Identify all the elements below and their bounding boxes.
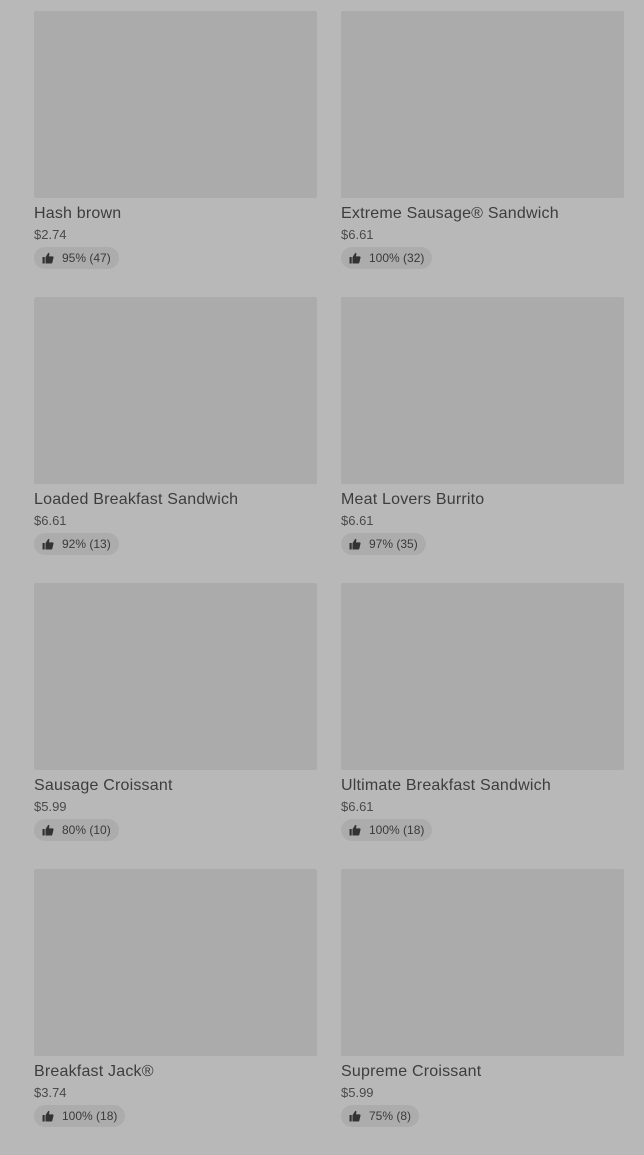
rating-badge: 100% (18) — [341, 819, 433, 841]
menu-item-image[interactable] — [341, 297, 624, 484]
thumbs-up-icon — [349, 252, 361, 264]
rating-text: 100% (32) — [369, 251, 425, 265]
menu-item-price: $6.61 — [341, 513, 374, 528]
rating-text: 75% (8) — [369, 1109, 412, 1123]
menu-item-image[interactable] — [341, 869, 624, 1056]
menu-item-price: $5.99 — [34, 799, 67, 814]
rating-badge: 75% (8) — [341, 1105, 420, 1127]
rating-badge: 97% (35) — [341, 533, 426, 555]
menu-item-image[interactable] — [34, 297, 317, 484]
menu-item-card[interactable]: Supreme Croissant $5.99 75% (8) — [341, 869, 624, 1155]
thumbs-up-icon — [42, 824, 54, 836]
menu-item-price: $6.61 — [341, 227, 374, 242]
menu-item-price: $6.61 — [34, 513, 67, 528]
menu-item-price: $5.99 — [341, 1085, 374, 1100]
menu-item-card[interactable]: Sausage Croissant $5.99 80% (10) — [34, 583, 317, 869]
rating-text: 92% (13) — [62, 537, 111, 551]
menu-item-card[interactable]: Loaded Breakfast Sandwich $6.61 92% (13) — [34, 297, 317, 583]
menu-item-name: Meat Lovers Burrito — [341, 491, 485, 508]
menu-item-image[interactable] — [341, 583, 624, 770]
menu-item-price: $3.74 — [34, 1085, 67, 1100]
menu-item-name: Ultimate Breakfast Sandwich — [341, 777, 551, 794]
menu-item-price: $6.61 — [341, 799, 374, 814]
rating-badge: 92% (13) — [34, 533, 119, 555]
thumbs-up-icon — [349, 538, 361, 550]
rating-text: 100% (18) — [62, 1109, 118, 1123]
menu-item-card[interactable]: Hash brown $2.74 95% (47) — [34, 11, 317, 297]
menu-item-image[interactable] — [34, 11, 317, 198]
menu-item-image[interactable] — [341, 11, 624, 198]
menu-item-card[interactable]: Breakfast Jack® $3.74 100% (18) — [34, 869, 317, 1155]
thumbs-up-icon — [42, 1110, 54, 1122]
menu-item-name: Hash brown — [34, 205, 122, 222]
rating-text: 97% (35) — [369, 537, 418, 551]
menu-item-card[interactable]: Meat Lovers Burrito $6.61 97% (35) — [341, 297, 624, 583]
menu-item-name: Sausage Croissant — [34, 777, 173, 794]
rating-badge: 95% (47) — [34, 247, 119, 269]
rating-badge: 80% (10) — [34, 819, 119, 841]
menu-item-image[interactable] — [34, 869, 317, 1056]
menu-item-image[interactable] — [34, 583, 317, 770]
menu-item-name: Extreme Sausage® Sandwich — [341, 205, 559, 222]
menu-item-card[interactable]: Extreme Sausage® Sandwich $6.61 100% (32… — [341, 11, 624, 297]
thumbs-up-icon — [349, 824, 361, 836]
rating-text: 80% (10) — [62, 823, 111, 837]
menu-grid: Hash brown $2.74 95% (47) Extreme Sausag… — [34, 11, 624, 1155]
menu-item-price: $2.74 — [34, 227, 67, 242]
rating-badge: 100% (32) — [341, 247, 433, 269]
thumbs-up-icon — [42, 252, 54, 264]
thumbs-up-icon — [42, 538, 54, 550]
menu-item-name: Supreme Croissant — [341, 1063, 482, 1080]
menu-item-card[interactable]: Ultimate Breakfast Sandwich $6.61 100% (… — [341, 583, 624, 869]
menu-item-name: Loaded Breakfast Sandwich — [34, 491, 239, 508]
rating-badge: 100% (18) — [34, 1105, 126, 1127]
rating-text: 100% (18) — [369, 823, 425, 837]
thumbs-up-icon — [349, 1110, 361, 1122]
rating-text: 95% (47) — [62, 251, 111, 265]
menu-item-name: Breakfast Jack® — [34, 1063, 154, 1080]
